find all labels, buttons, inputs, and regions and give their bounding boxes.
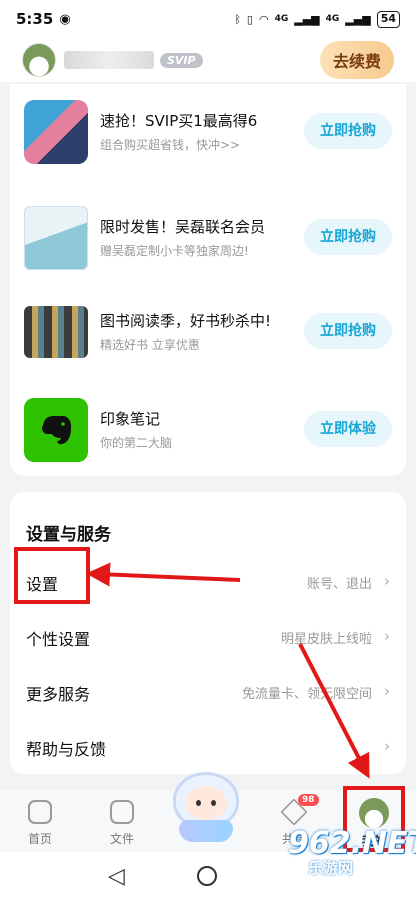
settings-row-value: 明星皮肤上线啦 (280, 632, 372, 647)
status-bar: 5:35 ◉ ᛒ ▯ ◠ 4G ▂▄▆ 4G ▂▄▆ 54 (0, 0, 416, 38)
chevron-right-icon: › (384, 737, 390, 755)
back-icon[interactable]: ◁ (108, 864, 125, 889)
settings-row-more-services[interactable]: 更多服务 免流量卡、领无限空间 › (10, 667, 406, 717)
settings-row-label: 个性设置 (26, 630, 91, 649)
promo-subtitle: 组合购买超省钱，快冲>> (100, 138, 241, 152)
promo-thumbnail-card (24, 206, 88, 270)
promo-title: 印象笔记 (100, 410, 161, 428)
signal-bars-icon: ▂▄▆ (294, 12, 320, 26)
promo-buy-button[interactable]: 立即抢购 (304, 219, 392, 255)
annotation-box-settings (14, 547, 90, 604)
watermark-main: 962.NET (288, 826, 416, 861)
signal-label-1: 4G (274, 13, 289, 24)
promo-try-button[interactable]: 立即体验 (304, 411, 392, 447)
promo-subtitle: 精选好书 立享优惠 (100, 338, 200, 352)
promo-buy-button[interactable]: 立即抢购 (304, 113, 392, 149)
battery-indicator: 54 (376, 10, 400, 28)
settings-heading: 设置与服务 (26, 525, 111, 545)
signal-label-2: 4G (325, 13, 340, 24)
promo-card: 速抢！SVIP买1最高得6 组合购买超省钱，快冲>> 立即抢购 限时发售！吴磊联… (10, 84, 406, 476)
share-count-badge: 98 (298, 794, 319, 806)
promo-item[interactable]: 速抢！SVIP买1最高得6 组合购买超省钱，快冲>> 立即抢购 (10, 88, 406, 174)
settings-row-label: 帮助与反馈 (26, 740, 107, 759)
promo-subtitle: 赠吴磊定制小卡等独家周边! (100, 244, 249, 258)
promo-title: 图书阅读季，好书秒杀中! (100, 312, 272, 330)
watermark: 962.NET 乐游网 (288, 826, 416, 896)
settings-row-label: 更多服务 (26, 685, 91, 704)
settings-row-help-feedback[interactable]: 帮助与反馈 › (10, 722, 406, 772)
chevron-right-icon: › (384, 572, 390, 590)
promo-title: 限时发售！吴磊联名会员 (100, 218, 266, 236)
bluetooth-icon: ᛒ (234, 12, 241, 26)
avatar[interactable] (22, 43, 56, 77)
screen: 5:35 ◉ ᛒ ▯ ◠ 4G ▂▄▆ 4G ▂▄▆ 54 SVIP 去续费 速… (0, 0, 416, 900)
promo-thumbnail-books (24, 306, 88, 358)
settings-row-personalization[interactable]: 个性设置 明星皮肤上线啦 › (10, 612, 406, 662)
profile-header: SVIP 去续费 (0, 38, 416, 82)
elephant-icon (42, 416, 72, 445)
promo-thumbnail-speaker (24, 100, 88, 164)
chevron-right-icon: › (384, 682, 390, 700)
chevron-right-icon: › (384, 627, 390, 645)
tab-label: 文件 (109, 832, 134, 846)
signal-bars-icon-2: ▂▄▆ (345, 12, 371, 26)
tab-files[interactable]: 文件 (92, 796, 152, 847)
home-icon (28, 800, 52, 824)
status-indicators: ᛒ ▯ ◠ 4G ▂▄▆ 4G ▂▄▆ 54 (234, 10, 400, 28)
promo-item[interactable]: 图书阅读季，好书秒杀中! 精选好书 立享优惠 立即抢购 (10, 288, 406, 374)
home-circle-icon[interactable] (197, 866, 217, 886)
tab-home[interactable]: 首页 (10, 796, 70, 847)
renew-button[interactable]: 去续费 (319, 41, 394, 79)
promo-title: 速抢！SVIP买1最高得6 (100, 112, 258, 130)
mascot-center-button[interactable] (163, 772, 249, 842)
evernote-icon (24, 398, 88, 462)
eye-icon: ◉ (59, 11, 71, 27)
wifi-icon: ◠ (258, 12, 269, 26)
settings-row-value: 账号、退出 (306, 577, 372, 592)
settings-row-value: 免流量卡、领无限空间 (241, 687, 372, 702)
mascot-face (185, 786, 227, 820)
vibrate-icon: ▯ (246, 12, 253, 26)
username-blurred (64, 51, 154, 69)
promo-buy-button[interactable]: 立即抢购 (304, 313, 392, 349)
folder-icon (110, 800, 134, 824)
promo-item[interactable]: 印象笔记 你的第二大脑 立即体验 (10, 386, 406, 472)
svip-badge: SVIP (160, 52, 203, 68)
tab-label: 首页 (27, 832, 52, 846)
mascot-eye (211, 800, 216, 806)
status-time: 5:35 (16, 10, 54, 28)
promo-item[interactable]: 限时发售！吴磊联名会员 赠吴磊定制小卡等独家周边! 立即抢购 (10, 194, 406, 280)
mascot-body (179, 820, 233, 842)
mascot-eye (196, 800, 201, 806)
promo-subtitle: 你的第二大脑 (100, 436, 173, 450)
settings-card: 设置与服务 设置 账号、退出 › 个性设置 明星皮肤上线啦 › 更多服务 免流量… (10, 492, 406, 774)
